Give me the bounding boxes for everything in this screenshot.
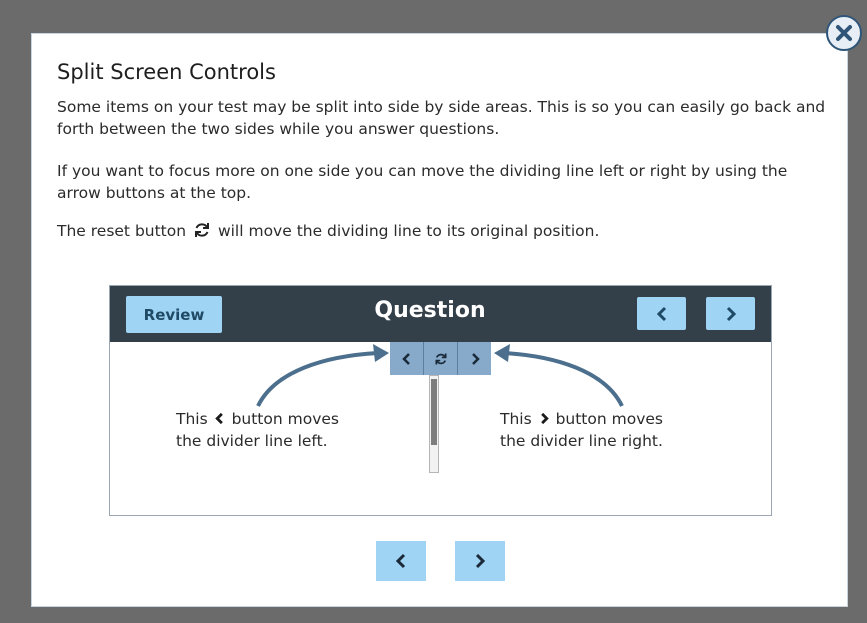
previous-page-button[interactable] [376,541,426,581]
paragraph-reset-before: The reset button [57,222,187,240]
chevron-right-icon [475,553,486,569]
right-caption-post: button moves [555,410,663,428]
dialog-title: Split Screen Controls [57,60,276,84]
paragraph-arrow-buttons: If you want to focus more on one side yo… [57,162,788,202]
paragraph-split-areas: Some items on your test may be split int… [57,98,826,138]
chevron-right-icon [540,412,549,425]
callout-arrowhead-left [373,344,389,362]
left-caption-post: button moves [231,410,339,428]
close-button[interactable] [826,15,862,51]
close-icon [836,25,852,41]
left-caption-pre: This [176,410,208,428]
chevron-left-icon [214,412,223,425]
callout-arrow-left [256,351,379,407]
paragraph-reset: The reset button will move the dividing … [57,220,827,245]
callout-arrowhead-right [494,344,510,362]
paragraph-reset-after: will move the dividing line to its origi… [217,222,600,240]
callout-arrow-right [504,351,624,407]
right-caption-line2: the divider line right. [500,432,663,450]
right-button-caption: This button moves the divider line right… [500,408,663,452]
left-caption-line2: the divider line left. [176,432,328,450]
callout-arrows [256,344,624,407]
left-button-caption: This button moves the divider line left. [176,408,339,452]
right-caption-pre: This [500,410,532,428]
next-page-button[interactable] [455,541,505,581]
split-screen-demo: Review Question This button moves the di… [109,285,772,516]
chevron-left-icon [395,553,406,569]
reset-icon [193,221,211,245]
